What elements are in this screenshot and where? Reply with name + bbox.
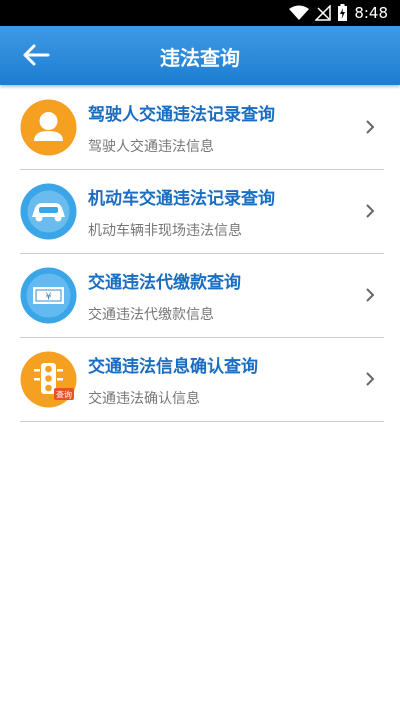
list-item-driver-violation[interactable]: 驾驶人交通违法记录查询 驾驶人交通违法信息 bbox=[20, 86, 384, 170]
item-title: 交通违法信息确认查询 bbox=[88, 357, 258, 377]
chevron-right-icon bbox=[366, 372, 375, 386]
chevron-right-icon bbox=[366, 204, 375, 218]
chevron-right-icon bbox=[366, 288, 375, 302]
item-subtitle: 机动车辆非现场违法信息 bbox=[88, 223, 242, 239]
app-header: 违法查询 bbox=[0, 26, 400, 85]
battery-charging-icon bbox=[338, 4, 348, 21]
item-subtitle: 交通违法确认信息 bbox=[88, 391, 200, 407]
status-bar: 8:48 bbox=[0, 0, 400, 26]
list-item-confirm[interactable]: 查询 交通违法信息确认查询 交通违法确认信息 bbox=[20, 338, 384, 422]
list-item-vehicle-violation[interactable]: 机动车交通违法记录查询 机动车辆非现场违法信息 bbox=[20, 170, 384, 254]
list-item-payment[interactable]: ¥ 交通违法代缴款查询 交通违法代缴款信息 bbox=[20, 254, 384, 338]
money-icon: ¥ bbox=[20, 267, 77, 324]
chevron-right-icon bbox=[366, 120, 375, 134]
query-badge: 查询 bbox=[56, 390, 72, 400]
item-subtitle: 交通违法代缴款信息 bbox=[88, 307, 214, 323]
item-title: 交通违法代缴款查询 bbox=[88, 273, 241, 293]
driver-icon bbox=[20, 99, 77, 156]
page-title: 违法查询 bbox=[160, 46, 240, 70]
status-time: 8:48 bbox=[354, 4, 388, 22]
wifi-icon bbox=[289, 5, 310, 20]
item-subtitle: 驾驶人交通违法信息 bbox=[88, 139, 214, 155]
status-icons: 8:48 bbox=[289, 3, 388, 23]
traffic-light-icon: 查询 bbox=[20, 351, 77, 408]
svg-text:¥: ¥ bbox=[45, 292, 51, 303]
item-title: 机动车交通违法记录查询 bbox=[88, 189, 275, 209]
no-signal-icon bbox=[315, 5, 332, 21]
item-title: 驾驶人交通违法记录查询 bbox=[88, 105, 275, 125]
query-list: 驾驶人交通违法记录查询 驾驶人交通违法信息 机动车交通违法记录查询 机动车辆非现… bbox=[20, 86, 384, 422]
car-icon bbox=[20, 183, 77, 240]
